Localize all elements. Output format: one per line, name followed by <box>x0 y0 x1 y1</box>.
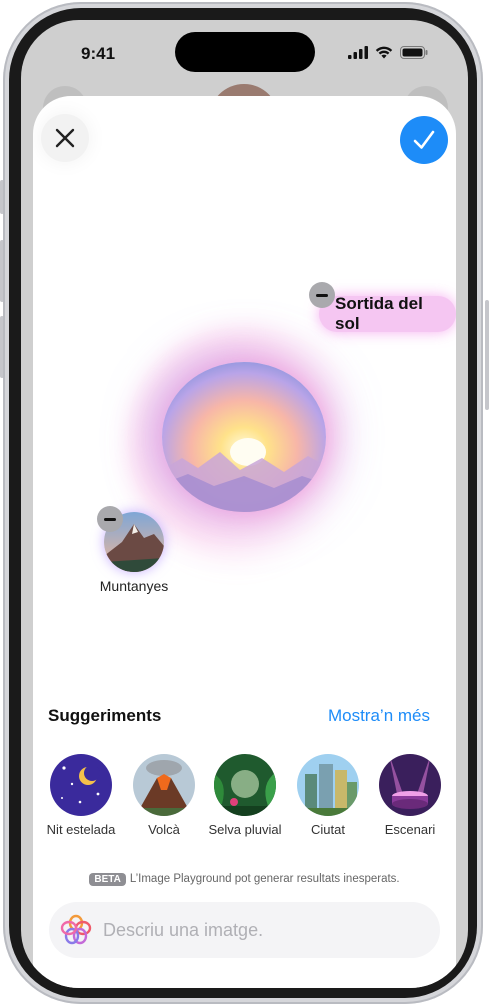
remove-sunrise-button[interactable] <box>309 282 335 308</box>
stage-thumbnail <box>379 754 441 816</box>
status-time: 9:41 <box>81 44 116 63</box>
status-icons <box>348 46 428 59</box>
prompt-input[interactable] <box>101 918 405 942</box>
show-more-link[interactable]: Mostra’n més <box>328 706 430 726</box>
concept-label-mountains: Muntanyes <box>99 578 169 594</box>
close-icon <box>55 128 75 148</box>
image-playground-icon <box>60 914 92 945</box>
power-button <box>485 300 489 410</box>
checkmark-icon <box>413 130 435 149</box>
suggestion-label: Volcà <box>148 822 180 837</box>
status-bar: 9:41 <box>21 20 468 90</box>
battery-icon <box>400 46 428 59</box>
suggestion-label: Escenari <box>384 822 436 837</box>
screen: 9:41 Sortida del sol Muntanyes Suggerime… <box>21 20 468 988</box>
cellular-signal-icon <box>348 46 368 59</box>
image-playground-sheet: Sortida del sol Muntanyes Suggeriments M… <box>33 96 456 988</box>
suggestion-starry-night[interactable]: Nit estelada <box>36 754 126 837</box>
beta-badge: BETA <box>89 873 126 886</box>
prompt-field[interactable] <box>49 902 440 958</box>
suggestion-stage[interactable]: Escenari <box>365 754 455 837</box>
close-button[interactable] <box>41 114 89 162</box>
concept-chip-sunrise[interactable]: Sortida del sol <box>319 294 456 333</box>
suggestion-label: Selva pluvial <box>208 822 282 837</box>
suggestions-row: Nit estelada Volcà Selva pluvial Ciutat … <box>33 754 456 844</box>
confirm-button[interactable] <box>400 116 448 164</box>
dynamic-island <box>175 32 315 72</box>
city-thumbnail <box>297 754 359 816</box>
disclaimer-text: L’Image Playground pot generar resultats… <box>129 873 400 885</box>
volcano-thumbnail <box>133 754 195 816</box>
suggestion-label: Ciutat <box>311 822 345 837</box>
preview-image <box>162 362 326 512</box>
suggestion-rainforest[interactable]: Selva pluvial <box>200 754 290 837</box>
wifi-icon <box>375 46 393 59</box>
suggestion-city[interactable]: Ciutat <box>283 754 373 837</box>
remove-mountains-button[interactable] <box>97 506 123 532</box>
suggestion-label: Nit estelada <box>46 822 116 837</box>
starry-night-thumbnail <box>50 754 112 816</box>
concept-chip-label: Sortida del sol <box>335 294 423 333</box>
rainforest-thumbnail <box>214 754 276 816</box>
suggestions-title: Suggeriments <box>48 706 162 725</box>
beta-disclaimer: BETA L’Image Playground pot generar resul… <box>33 873 456 886</box>
suggestion-volcano[interactable]: Volcà <box>119 754 209 837</box>
